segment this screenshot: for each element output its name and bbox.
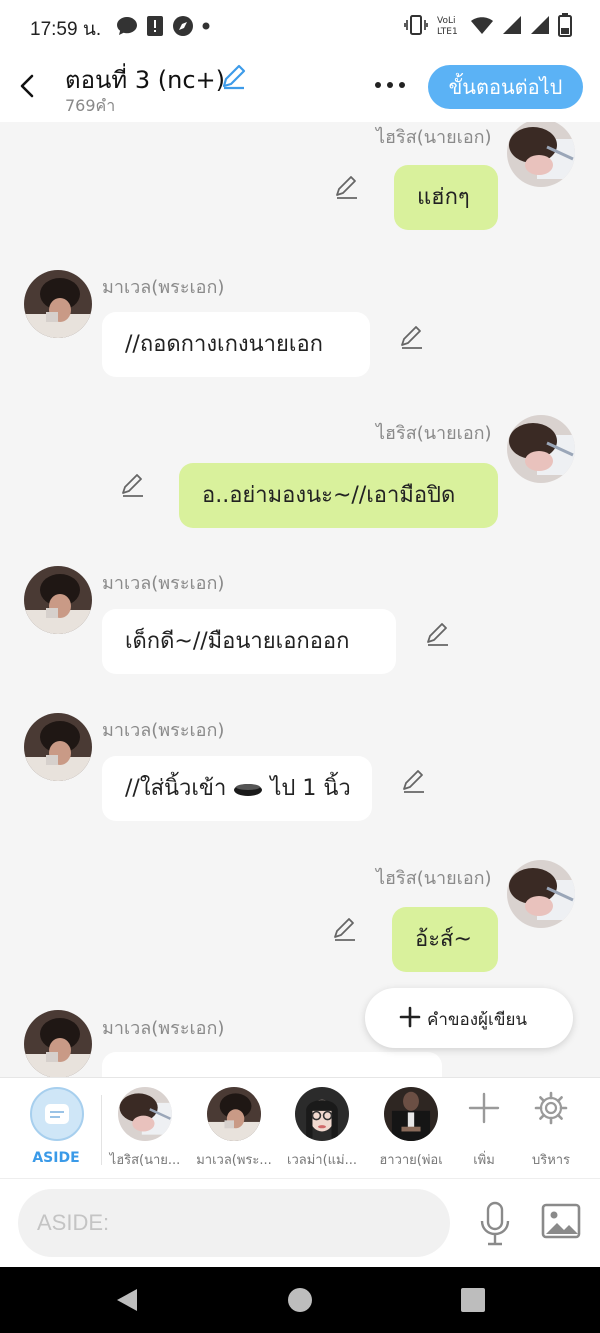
character-avatar <box>295 1087 349 1141</box>
manage-button[interactable]: บริหาร <box>511 1077 591 1178</box>
more-options-icon[interactable] <box>372 70 408 100</box>
gear-icon <box>534 1091 568 1125</box>
microphone-icon[interactable] <box>478 1201 512 1247</box>
avatar[interactable] <box>507 122 575 187</box>
battery-icon <box>558 13 572 37</box>
aside-label: ASIDE <box>32 1150 80 1166</box>
status-left-icons <box>116 15 210 37</box>
back-arrow-icon[interactable] <box>14 70 40 102</box>
character-avatar <box>384 1087 438 1141</box>
character-item[interactable]: มาเวล(พระ... <box>194 1077 274 1178</box>
divider <box>101 1095 102 1165</box>
message-bubble[interactable]: แฮ่กๆ <box>394 165 498 230</box>
nav-back-icon[interactable] <box>113 1286 141 1314</box>
speaker-name: มาเวล(พระเอก) <box>102 573 225 594</box>
message-text: //ใส่นิ้วเข้า <box>125 776 227 801</box>
speaker-name: มาเวล(พระเอก) <box>102 720 225 741</box>
aside-note-icon <box>45 1104 69 1124</box>
nav-recent-icon[interactable] <box>460 1287 486 1313</box>
status-time: 17:59 น. <box>30 19 102 40</box>
character-name: ไฮริส(นาย... <box>109 1153 181 1168</box>
message-bubble[interactable]: //ถอดกางเกงนายเอก <box>102 312 370 377</box>
author-note-label: คำของผู้เขียน <box>427 1010 528 1030</box>
character-item[interactable]: ไฮริส(นาย... <box>105 1077 185 1178</box>
character-avatar <box>207 1087 261 1141</box>
volte-icon: VoLiLTE1 <box>437 16 458 36</box>
screen: 17:59 น. VoLi LTE1 ตอนที่ 3 (nc+) 769คำ ข… <box>0 0 600 1333</box>
edit-title-icon[interactable] <box>220 62 248 90</box>
status-bar: 17:59 น. VoLi LTE1 <box>0 0 600 50</box>
character-name: มาเวล(พระ... <box>196 1153 272 1168</box>
manage-label: บริหาร <box>531 1153 571 1168</box>
next-step-button[interactable]: ขั้นตอนต่อไป <box>428 65 583 109</box>
character-name: เวลม่า(แม่... <box>287 1153 357 1168</box>
speaker-name: ไฮริส(นายเอก) <box>376 127 492 148</box>
word-count: 769คำ <box>65 96 116 115</box>
message-bubble[interactable]: //ใส่นิ้วเข้า ไป 1 นิ้ว <box>102 756 372 821</box>
alert-icon <box>147 16 163 36</box>
avatar[interactable] <box>24 713 92 781</box>
pencil-icon[interactable] <box>399 324 425 350</box>
character-name: ฮาวาย(พ่อเ <box>379 1153 443 1168</box>
avatar[interactable] <box>24 270 92 338</box>
pencil-icon[interactable] <box>332 916 358 942</box>
character-item[interactable]: เวลม่า(แม่... <box>282 1077 362 1178</box>
wifi-icon <box>471 17 493 34</box>
speaker-name: ไฮริส(นายเอก) <box>376 868 492 889</box>
avatar[interactable] <box>24 566 92 634</box>
pencil-icon[interactable] <box>120 472 146 498</box>
svg-text:VoLi: VoLi <box>437 16 455 26</box>
vibrate-icon <box>404 15 428 35</box>
pencil-icon[interactable] <box>401 768 427 794</box>
header: ตอนที่ 3 (nc+) 769คำ ขั้นตอนต่อไป <box>0 50 600 122</box>
image-icon[interactable] <box>541 1203 581 1239</box>
system-nav-bar <box>0 1267 600 1333</box>
speaker-name: ไฮริส(นายเอก) <box>376 423 492 444</box>
svg-text:LTE1: LTE1 <box>437 27 458 36</box>
chat-area: ไฮริส(นายเอก) แฮ่กๆ มาเวล(พระเอก) //ถอดก… <box>0 122 600 1077</box>
status-right-icons: VoLi LTE1 <box>404 13 572 37</box>
speaker-name: มาเวล(พระเอก) <box>102 1018 225 1039</box>
pencil-icon[interactable] <box>334 174 360 200</box>
nav-home-icon[interactable] <box>287 1287 313 1313</box>
dot-icon <box>202 22 210 30</box>
author-note-button[interactable]: คำของผู้เขียน <box>365 988 573 1048</box>
avatar[interactable] <box>24 1010 92 1077</box>
pencil-icon[interactable] <box>425 621 451 647</box>
input-bar <box>0 1178 600 1267</box>
message-bubble[interactable]: อ..อย่ามองนะ~//เอามือปิด <box>179 463 498 528</box>
hole-emoji-icon <box>234 784 263 796</box>
message-text: ไป 1 นิ้ว <box>270 776 351 801</box>
plus-icon <box>399 1006 421 1028</box>
message-input[interactable] <box>18 1189 450 1257</box>
message-bubble[interactable]: เด็กดี~//มือนายเอกออก <box>102 609 396 674</box>
compass-icon <box>173 16 193 36</box>
message-bubble[interactable] <box>102 1052 442 1077</box>
message-bubble[interactable]: อ้ะส์~ <box>392 907 498 972</box>
speaker-name: มาเวล(พระเอก) <box>102 277 225 298</box>
plus-icon <box>468 1092 500 1124</box>
signal-icon <box>503 16 521 34</box>
character-item[interactable]: ฮาวาย(พ่อเ <box>371 1077 451 1178</box>
avatar[interactable] <box>507 415 575 483</box>
aside-button[interactable] <box>30 1087 84 1141</box>
chat-bubble-icon <box>117 17 137 35</box>
avatar[interactable] <box>507 860 575 928</box>
character-avatar <box>118 1087 172 1141</box>
signal-icon <box>531 16 549 34</box>
